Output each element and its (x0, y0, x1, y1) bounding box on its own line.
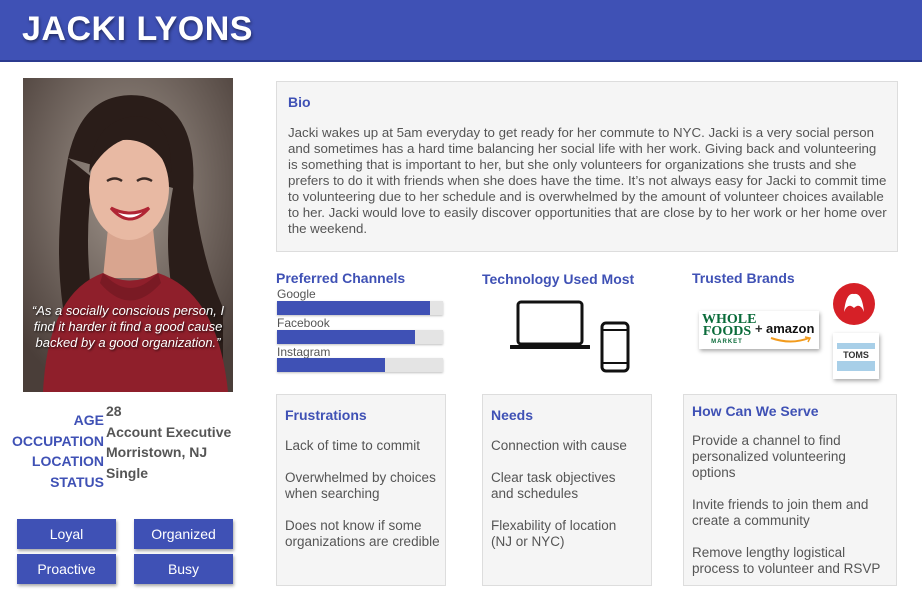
trait-organized-button[interactable]: Organized (134, 519, 233, 549)
persona-name: JACKI LYONS (22, 10, 253, 48)
brands-title: Trusted Brands (692, 270, 795, 286)
serve-card: How Can We Serve Provide a channel to fi… (683, 394, 897, 586)
channel-google-label: Google (277, 287, 316, 301)
wholefoods-logo: WHOLE FOODS MARKET (702, 313, 756, 346)
demographic-values: 28 Account Executive Morristown, NJ Sing… (106, 401, 231, 483)
demographic-labels: AGE OCCUPATION LOCATION STATUS (0, 410, 104, 492)
laptop-icon (510, 300, 590, 349)
bio-title: Bio (288, 94, 311, 110)
needs-card: Needs Connection with cause Clear task o… (482, 394, 652, 586)
technology-title: Technology Used Most (482, 271, 635, 287)
frustrations-title: Frustrations (285, 407, 367, 423)
amazon-smile-icon (770, 336, 812, 343)
wholefoods-word-3: MARKET (711, 339, 743, 345)
serve-title: How Can We Serve (692, 403, 819, 419)
location-label: LOCATION (31, 453, 104, 469)
trait-loyal-button[interactable]: Loyal (17, 519, 116, 549)
list-item: Overwhelmed by choices when searching (285, 470, 436, 501)
list-item: Lack of time to commit (285, 438, 421, 453)
channel-instagram-label: Instagram (277, 345, 331, 359)
status-value: Single (106, 464, 149, 481)
wholefoods-amazon-logo: WHOLE FOODS MARKET + amazon (699, 311, 819, 349)
channel-instagram-bar (277, 358, 443, 372)
status-label: STATUS (50, 473, 104, 490)
toms-wordmark: TOMS (837, 349, 875, 361)
list-item: Does not know if some organizations are … (285, 518, 440, 549)
smartphone-icon (600, 321, 630, 373)
list-item: Invite friends to join them and create a… (692, 497, 869, 528)
trait-busy-button[interactable]: Busy (134, 554, 233, 584)
list-item: Connection with cause (491, 438, 627, 453)
toms-logo: TOMS (833, 333, 879, 379)
occupation-label: OCCUPATION (11, 432, 104, 449)
frustrations-list: Lack of time to commit Overwhelmed by ch… (285, 438, 440, 566)
toms-flag-bottom (837, 361, 875, 371)
channel-google-bar (277, 301, 443, 315)
header-bar: JACKI LYONS (0, 0, 922, 62)
list-item: Remove lengthy logistical process to vol… (692, 545, 881, 576)
bio-text: Jacki wakes up at 5am everyday to get re… (288, 125, 887, 236)
list-item: Flexability of location (NJ or NYC) (491, 518, 617, 549)
channel-facebook-bar (277, 330, 443, 344)
occupation-value: Account Executive (106, 423, 232, 440)
wholefoods-word-2: FOODS (702, 324, 752, 339)
list-item: Provide a channel to find personalized v… (692, 433, 846, 480)
needs-list: Connection with cause Clear task objecti… (491, 438, 641, 566)
bio-panel: Bio Jacki wakes up at 5am everyday to ge… (276, 81, 898, 252)
persona-photo: “As a socially conscious person, I find … (23, 78, 233, 392)
age-label: AGE (73, 412, 104, 428)
channel-facebook-fill (277, 330, 415, 344)
persona-quote: “As a socially conscious person, I find … (31, 303, 225, 350)
serve-list: Provide a channel to find personalized v… (692, 433, 892, 593)
channel-google-fill (277, 301, 430, 315)
trait-proactive-button[interactable]: Proactive (17, 554, 116, 584)
plus-sign: + (755, 321, 763, 336)
channel-facebook-label: Facebook (277, 316, 330, 330)
age-value: 28 (106, 403, 122, 419)
channels-title: Preferred Channels (276, 270, 406, 286)
channel-instagram-fill (277, 358, 385, 372)
list-item: Clear task objectives and schedules (491, 470, 616, 501)
needs-title: Needs (491, 407, 534, 423)
lululemon-logo (833, 283, 875, 325)
frustrations-card: Frustrations Lack of time to commit Over… (276, 394, 446, 586)
location-value: Morristown, NJ (106, 444, 208, 460)
amazon-logo: amazon (766, 321, 815, 336)
